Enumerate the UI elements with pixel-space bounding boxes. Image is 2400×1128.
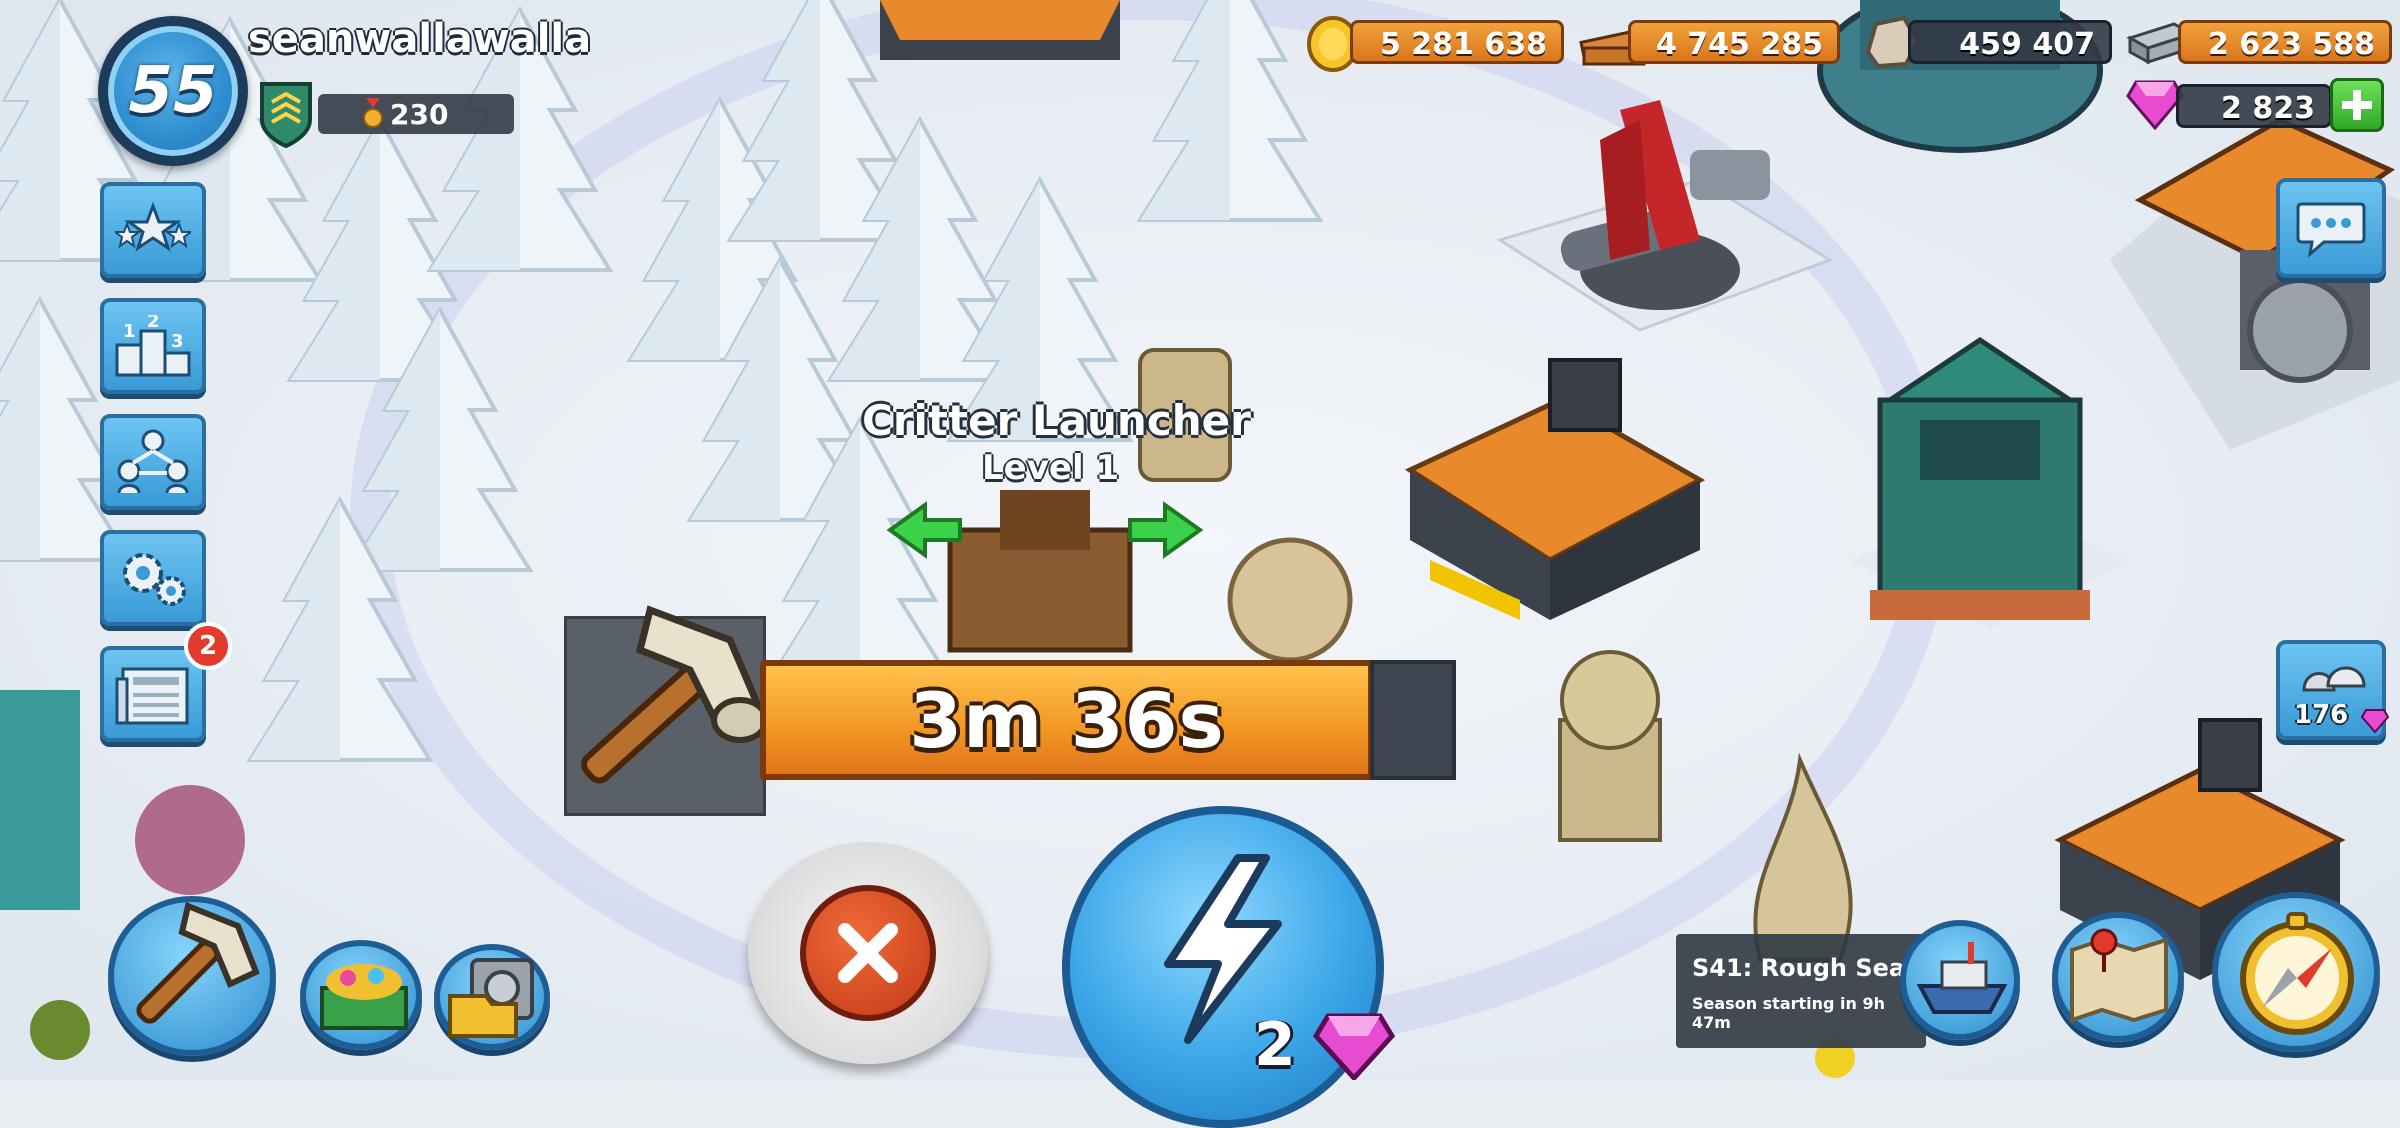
medal-count: 230 <box>390 97 449 131</box>
task-force-icon <box>117 429 189 494</box>
troops-helmet-icon <box>2302 666 2366 692</box>
task-force-button[interactable] <box>100 414 206 510</box>
settings-button[interactable] <box>100 530 206 626</box>
construction-timer: 3m 36s <box>909 675 1225 765</box>
speed-up-cost: 2 <box>1254 1010 1296 1080</box>
season-subtitle: Season starting in 9h 47m <box>1692 994 1886 1032</box>
troop-capacity: 176 <box>2294 700 2349 730</box>
building-level: Level 1 <box>982 448 1120 488</box>
vault-button[interactable] <box>434 944 550 1050</box>
season-boat-button[interactable] <box>1900 920 2020 1040</box>
chat-bubble-icon <box>2296 202 2366 258</box>
rank-shield-icon[interactable] <box>258 80 314 148</box>
stone-counter: 459 407 <box>1908 20 2112 64</box>
newspaper-icon <box>115 667 189 725</box>
map-icon <box>2070 928 2168 1023</box>
medal-icon <box>363 98 383 128</box>
chat-button[interactable] <box>2276 178 2386 278</box>
vault-folder-icon <box>448 958 534 1038</box>
compass-icon <box>2240 912 2354 1035</box>
treasure-chest-icon <box>320 964 408 1030</box>
add-diamonds-button[interactable] <box>2330 78 2384 132</box>
diamond-amount: 2 823 <box>2221 91 2315 126</box>
boat-icon <box>1916 942 2008 1014</box>
building-name: Critter Launcher <box>862 396 1251 445</box>
wood-amount: 4 745 285 <box>1655 27 1823 62</box>
world-map-button[interactable] <box>2052 912 2184 1042</box>
news-notification-badge: 2 <box>184 622 232 670</box>
timer-bar-cap <box>1370 660 1456 780</box>
rankings-button[interactable]: 1 2 3 <box>100 298 206 394</box>
hammer-icon <box>136 901 260 1024</box>
svg-text:2: 2 <box>147 315 160 332</box>
hammer-icon <box>581 605 769 784</box>
player-level: 55 <box>128 54 218 128</box>
wood-counter: 4 745 285 <box>1628 20 1840 64</box>
gear-icon <box>123 553 186 606</box>
diamond-icon <box>1312 1013 1396 1080</box>
compass-button[interactable] <box>2212 892 2380 1052</box>
svg-text:3: 3 <box>171 331 184 352</box>
close-icon <box>838 923 898 983</box>
diamond-icon <box>2360 709 2390 734</box>
player-username: seanwallawalla <box>248 16 592 62</box>
troops-button[interactable]: 176 <box>2276 640 2390 740</box>
treasure-button[interactable] <box>300 940 422 1050</box>
medal-counter: 230 <box>318 94 514 134</box>
iron-amount: 2 623 588 <box>2207 27 2375 62</box>
player-level-badge[interactable]: 55 <box>98 16 248 166</box>
cancel-construction-button[interactable] <box>748 842 988 1064</box>
build-menu-button[interactable] <box>108 896 276 1056</box>
season-title: S41: Rough Seas <box>1692 954 1920 982</box>
gold-counter: 5 281 638 <box>1350 20 1564 64</box>
season-info-panel[interactable]: S41: Rough Seas Season starting in 9h 47… <box>1676 934 1926 1048</box>
diamond-counter: 2 823 <box>2176 84 2332 128</box>
svg-text:1: 1 <box>123 321 136 342</box>
iron-counter: 2 623 588 <box>2178 20 2392 64</box>
construction-timer-bar: 3m 36s <box>760 660 1374 780</box>
podium-icon: 1 2 3 <box>115 315 191 377</box>
stars-icon <box>115 202 191 252</box>
leaderboard-stars-button[interactable] <box>100 182 206 278</box>
stone-amount: 459 407 <box>1959 27 2095 62</box>
gold-amount: 5 281 638 <box>1379 27 1547 62</box>
plus-icon <box>2342 90 2372 120</box>
